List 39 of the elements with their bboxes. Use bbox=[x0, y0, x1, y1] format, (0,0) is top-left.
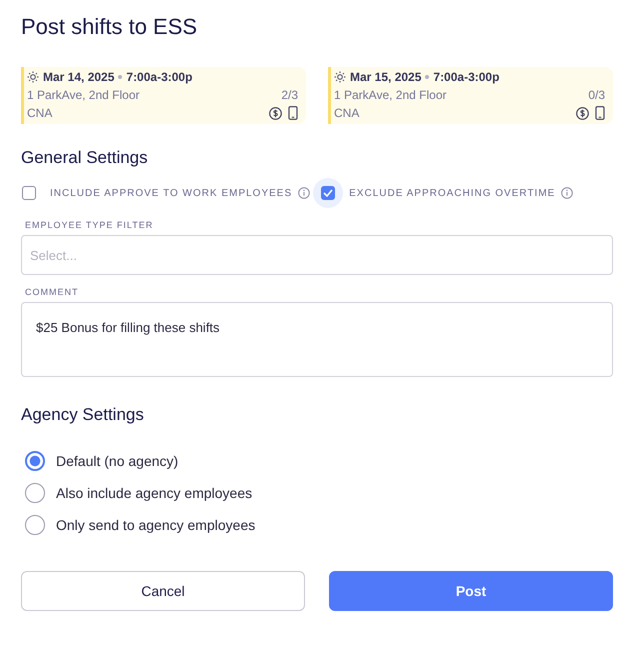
radio-label: Default (no agency) bbox=[56, 453, 178, 469]
select-field[interactable]: Select... bbox=[21, 235, 613, 275]
radio-label: Only send to agency employees bbox=[56, 517, 256, 533]
dollar-icon bbox=[576, 106, 589, 120]
cancel-button[interactable]: Cancel bbox=[21, 571, 305, 611]
separator-dot bbox=[118, 75, 122, 79]
comment-field[interactable]: $25 Bonus for filling these shifts bbox=[21, 302, 613, 377]
phone-icon bbox=[288, 106, 298, 120]
shift-date: Mar 14, 2025 bbox=[43, 70, 114, 84]
shift-location: 1 ParkAve, 2nd Floor bbox=[334, 88, 447, 102]
shift-location: 1 ParkAve, 2nd Floor bbox=[27, 88, 140, 102]
info-icon bbox=[561, 187, 574, 199]
checkbox[interactable] bbox=[321, 186, 336, 200]
field-label: COMMENT bbox=[25, 287, 80, 297]
checkbox-label: EXCLUDE APPROACHING OVERTIME bbox=[349, 188, 556, 198]
field-label: EMPLOYEE TYPE FILTER bbox=[25, 220, 154, 230]
radio-button[interactable] bbox=[25, 451, 45, 471]
checkbox[interactable] bbox=[22, 186, 36, 200]
fill-count: 0/3 bbox=[588, 88, 605, 102]
shift-date: Mar 15, 2025 bbox=[350, 70, 422, 84]
sun-icon bbox=[334, 71, 346, 83]
shift-time: 7:00a-3:00p bbox=[126, 70, 192, 84]
radio-button[interactable] bbox=[25, 483, 45, 503]
phone-icon bbox=[595, 106, 605, 120]
sun-icon bbox=[27, 71, 39, 83]
section-heading: Agency Settings bbox=[21, 405, 145, 425]
radio-button[interactable] bbox=[25, 515, 45, 535]
radio-label: Also include agency employees bbox=[56, 485, 252, 501]
info-icon bbox=[298, 187, 310, 199]
post-button[interactable]: Post bbox=[329, 571, 613, 611]
shift-role: CNA bbox=[27, 106, 52, 120]
shift-time: 7:00a-3:00p bbox=[433, 70, 500, 84]
separator-dot bbox=[425, 75, 430, 79]
section-heading: General Settings bbox=[21, 148, 149, 168]
dollar-icon bbox=[269, 106, 282, 120]
fill-count: 2/3 bbox=[281, 88, 298, 102]
checkbox-label: INCLUDE APPROVE TO WORK EMPLOYEES bbox=[50, 188, 292, 198]
dialog-title: Post shifts to ESS bbox=[21, 14, 198, 40]
shift-role: CNA bbox=[334, 106, 360, 120]
